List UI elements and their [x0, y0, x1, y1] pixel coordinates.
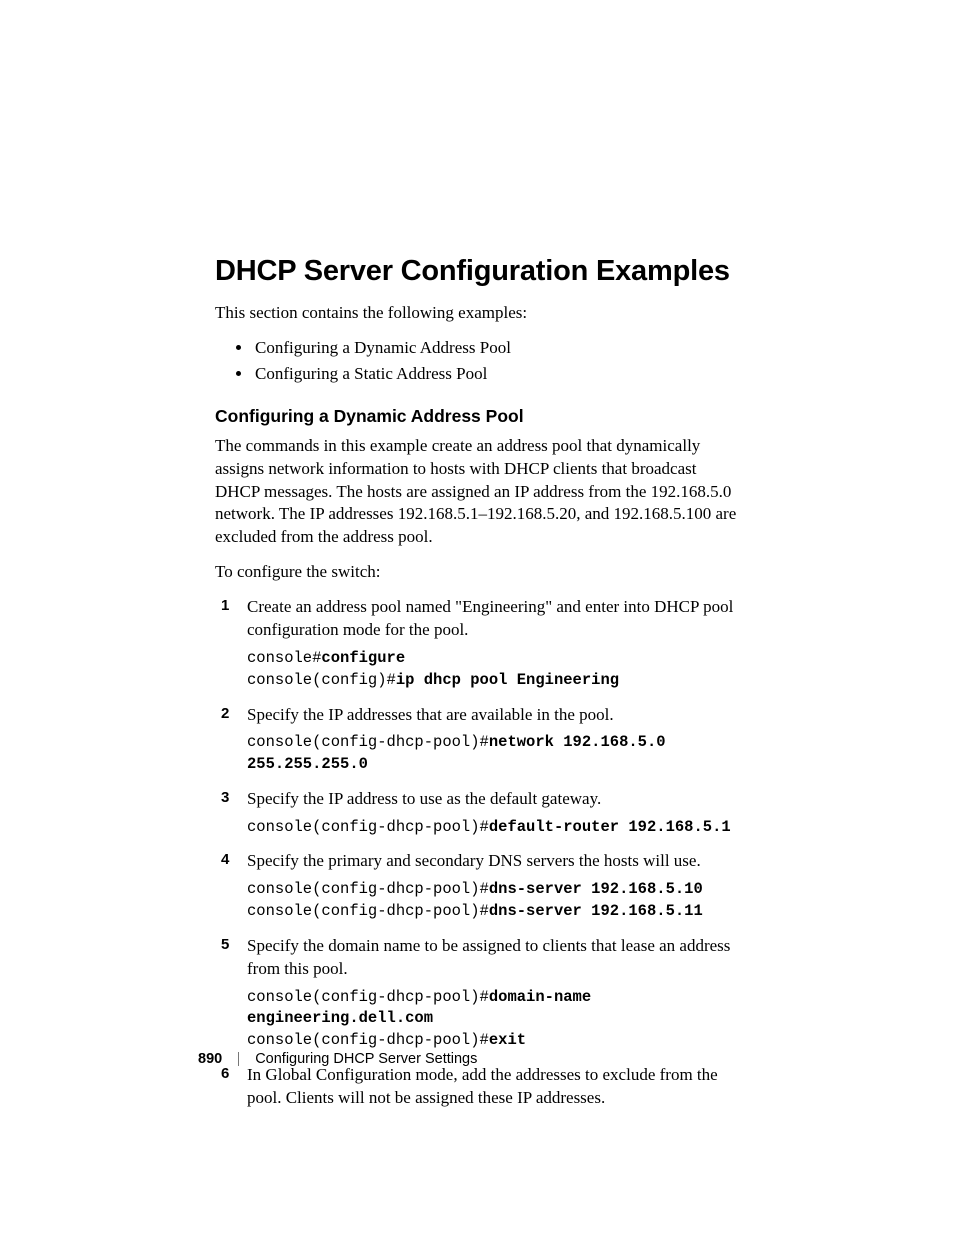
step-item: 1 Create an address pool named "Engineer…	[215, 596, 739, 691]
footer-title: Configuring DHCP Server Settings	[255, 1051, 477, 1067]
step-text: Specify the IP address to use as the def…	[247, 788, 739, 811]
page-footer: 890 Configuring DHCP Server Settings	[198, 1051, 477, 1067]
step-text: Specify the domain name to be assigned t…	[247, 935, 739, 981]
code-block: console(config-dhcp-pool)#default-router…	[247, 817, 739, 839]
step-item: 3 Specify the IP address to use as the d…	[215, 788, 739, 839]
code-block: console(config-dhcp-pool)#domain-name en…	[247, 987, 739, 1052]
sub-heading: Configuring a Dynamic Address Pool	[215, 406, 739, 427]
footer-divider	[238, 1052, 239, 1066]
steps-list: 1 Create an address pool named "Engineer…	[215, 596, 739, 1109]
main-heading: DHCP Server Configuration Examples	[215, 255, 739, 288]
page-content: DHCP Server Configuration Examples This …	[0, 0, 954, 1110]
step-item: 5 Specify the domain name to be assigned…	[215, 935, 739, 1052]
code-block: console(config-dhcp-pool)#dns-server 192…	[247, 879, 739, 922]
step-number: 5	[221, 935, 229, 955]
code-block: console#configure console(config)#ip dhc…	[247, 648, 739, 691]
step-number: 4	[221, 850, 229, 870]
page-number: 890	[198, 1051, 222, 1067]
step-text: In Global Configuration mode, add the ad…	[247, 1064, 739, 1110]
body-paragraph: The commands in this example create an a…	[215, 435, 739, 550]
step-text: Specify the IP addresses that are availa…	[247, 704, 739, 727]
step-text: Specify the primary and secondary DNS se…	[247, 850, 739, 873]
body-paragraph: To configure the switch:	[215, 561, 739, 584]
step-text: Create an address pool named "Engineerin…	[247, 596, 739, 642]
intro-text: This section contains the following exam…	[215, 302, 739, 325]
list-item: Configuring a Static Address Pool	[253, 361, 739, 387]
code-block: console(config-dhcp-pool)#network 192.16…	[247, 732, 739, 775]
step-item: 2 Specify the IP addresses that are avai…	[215, 704, 739, 776]
step-number: 2	[221, 704, 229, 724]
step-item: 6 In Global Configuration mode, add the …	[215, 1064, 739, 1110]
step-number: 3	[221, 788, 229, 808]
step-item: 4 Specify the primary and secondary DNS …	[215, 850, 739, 922]
example-list: Configuring a Dynamic Address Pool Confi…	[215, 335, 739, 388]
step-number: 1	[221, 596, 229, 616]
list-item: Configuring a Dynamic Address Pool	[253, 335, 739, 361]
